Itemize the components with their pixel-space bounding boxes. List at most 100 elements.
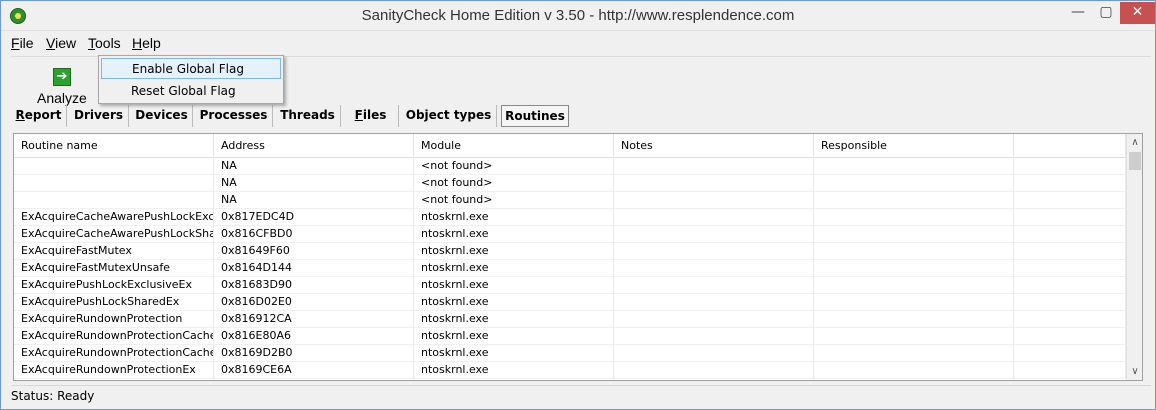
cell-responsible	[814, 345, 1014, 362]
cell-address: 0x8164D144	[214, 260, 414, 277]
cell-extra	[1014, 192, 1126, 209]
cell-module: <not found>	[414, 158, 614, 175]
cell-extra	[1014, 345, 1126, 362]
close-button[interactable]: ✕	[1120, 2, 1155, 24]
cell-notes	[614, 345, 814, 362]
cell-address: 0x8169D2B0	[214, 345, 414, 362]
cell-routine-name: ExAcquireRundownProtectionEx	[14, 362, 214, 379]
cell-routine-name: ExAcquireCacheAwarePushLockShar...	[14, 226, 214, 243]
cell-notes	[614, 260, 814, 277]
cell-module: ntoskrnl.exe	[414, 328, 614, 345]
vertical-scrollbar[interactable]: ∧ ∨	[1126, 134, 1142, 380]
cell-address: 0x816D02E0	[214, 294, 414, 311]
cell-notes	[614, 175, 814, 192]
cell-routine-name: ExAcquireCacheAwarePushLockExclu...	[14, 209, 214, 226]
cell-extra	[1014, 362, 1126, 379]
table-row[interactable]: ExAcquireRundownProtectionCache... 0x816E…	[14, 328, 1126, 345]
cell-responsible	[814, 243, 1014, 260]
analyze-button[interactable]: ➔ Analyze	[35, 65, 91, 107]
cell-notes	[614, 362, 814, 379]
table-body: NA <not found> NA <not found> NA <not found…	[14, 158, 1126, 379]
column-header-responsible[interactable]: Responsible	[814, 134, 1014, 158]
cell-extra	[1014, 311, 1126, 328]
menu-help[interactable]: Help	[132, 35, 161, 51]
column-header-routine-name[interactable]: Routine name	[14, 134, 214, 158]
cell-extra	[1014, 328, 1126, 345]
cell-extra	[1014, 158, 1126, 175]
cell-routine-name: ExAcquirePushLockSharedEx	[14, 294, 214, 311]
cell-address: 0x817EDC4D	[214, 209, 414, 226]
column-header-notes[interactable]: Notes	[614, 134, 814, 158]
cell-responsible	[814, 294, 1014, 311]
tab-object-types[interactable]: Object types	[401, 105, 497, 127]
table-row[interactable]: NA <not found>	[14, 175, 1126, 192]
table-row[interactable]: ExAcquireFastMutexUnsafe 0x8164D144 ntoskr…	[14, 260, 1126, 277]
cell-address: NA	[214, 192, 414, 209]
cell-routine-name: ExAcquireFastMutex	[14, 243, 214, 260]
column-header-address[interactable]: Address	[214, 134, 414, 158]
tab-processes[interactable]: Processes	[195, 105, 273, 127]
column-header-module[interactable]: Module	[414, 134, 614, 158]
cell-module: ntoskrnl.exe	[414, 294, 614, 311]
cell-module: <not found>	[414, 192, 614, 209]
cell-module: ntoskrnl.exe	[414, 277, 614, 294]
cell-responsible	[814, 311, 1014, 328]
cell-address: 0x816CFBD0	[214, 226, 414, 243]
table-row[interactable]: ExAcquireRundownProtection 0x816912CA ntos…	[14, 311, 1126, 328]
table-row[interactable]: ExAcquirePushLockExclusiveEx 0x81683D90 nt…	[14, 277, 1126, 294]
cell-responsible	[814, 277, 1014, 294]
cell-address: 0x8169CE6A	[214, 362, 414, 379]
table-header: Routine name Address Module Notes Respon…	[14, 134, 1126, 158]
tab-report[interactable]: Report	[11, 105, 67, 127]
cell-routine-name: ExAcquireRundownProtectionCache...	[14, 328, 214, 345]
minimize-button[interactable]: —	[1064, 2, 1092, 24]
menu-item-reset-global-flag[interactable]: Reset Global Flag	[101, 81, 281, 102]
cell-notes	[614, 226, 814, 243]
cell-routine-name	[14, 175, 214, 192]
table-row[interactable]: ExAcquireCacheAwarePushLockExclu... 0x817…	[14, 209, 1126, 226]
tab-files[interactable]: Files	[343, 105, 399, 127]
maximize-button[interactable]: ▢	[1092, 2, 1120, 24]
cell-address: 0x81683D90	[214, 277, 414, 294]
table-row[interactable]: ExAcquireRundownProtectionEx 0x8169CE6A nt…	[14, 362, 1126, 379]
cell-notes	[614, 192, 814, 209]
table-row[interactable]: NA <not found>	[14, 158, 1126, 175]
cell-responsible	[814, 328, 1014, 345]
cell-routine-name: ExAcquirePushLockExclusiveEx	[14, 277, 214, 294]
cell-extra	[1014, 243, 1126, 260]
tab-drivers[interactable]: Drivers	[69, 105, 129, 127]
cell-module: ntoskrnl.exe	[414, 362, 614, 379]
table-row[interactable]: ExAcquirePushLockSharedEx 0x816D02E0 ntosk…	[14, 294, 1126, 311]
cell-responsible	[814, 192, 1014, 209]
cell-notes	[614, 243, 814, 260]
cell-module: ntoskrnl.exe	[414, 209, 614, 226]
tab-threads[interactable]: Threads	[275, 105, 341, 127]
menu-item-enable-global-flag[interactable]: Enable Global Flag	[101, 58, 281, 79]
cell-extra	[1014, 277, 1126, 294]
menu-tools[interactable]: Tools	[88, 35, 121, 51]
cell-extra	[1014, 294, 1126, 311]
menu-file[interactable]: File	[11, 35, 34, 51]
tab-devices[interactable]: Devices	[131, 105, 193, 127]
table-row[interactable]: ExAcquireFastMutex 0x81649F60 ntoskrnl.exe	[14, 243, 1126, 260]
table-row[interactable]: ExAcquireCacheAwarePushLockShar... 0x816C…	[14, 226, 1126, 243]
menu-view[interactable]: View	[46, 35, 76, 51]
cell-routine-name: ExAcquireFastMutexUnsafe	[14, 260, 214, 277]
scroll-thumb[interactable]	[1129, 152, 1141, 170]
cell-responsible	[814, 158, 1014, 175]
cell-notes	[614, 158, 814, 175]
status-bar: Status: Ready	[11, 385, 1151, 405]
routines-table[interactable]: Routine name Address Module Notes Respon…	[13, 133, 1143, 381]
cell-extra	[1014, 226, 1126, 243]
table-row[interactable]: NA <not found>	[14, 192, 1126, 209]
cell-module: ntoskrnl.exe	[414, 243, 614, 260]
cell-module: ntoskrnl.exe	[414, 311, 614, 328]
scroll-up-icon[interactable]: ∧	[1127, 134, 1142, 151]
cell-responsible	[814, 209, 1014, 226]
table-row[interactable]: ExAcquireRundownProtectionCache... 0x8169…	[14, 345, 1126, 362]
scroll-down-icon[interactable]: ∨	[1127, 363, 1142, 380]
tab-routines[interactable]: Routines	[501, 105, 569, 127]
cell-module: ntoskrnl.exe	[414, 345, 614, 362]
window-title: SanityCheck Home Edition v 3.50 - http:/…	[361, 7, 795, 24]
title-bar[interactable]: SanityCheck Home Edition v 3.50 - http:/…	[1, 1, 1155, 31]
